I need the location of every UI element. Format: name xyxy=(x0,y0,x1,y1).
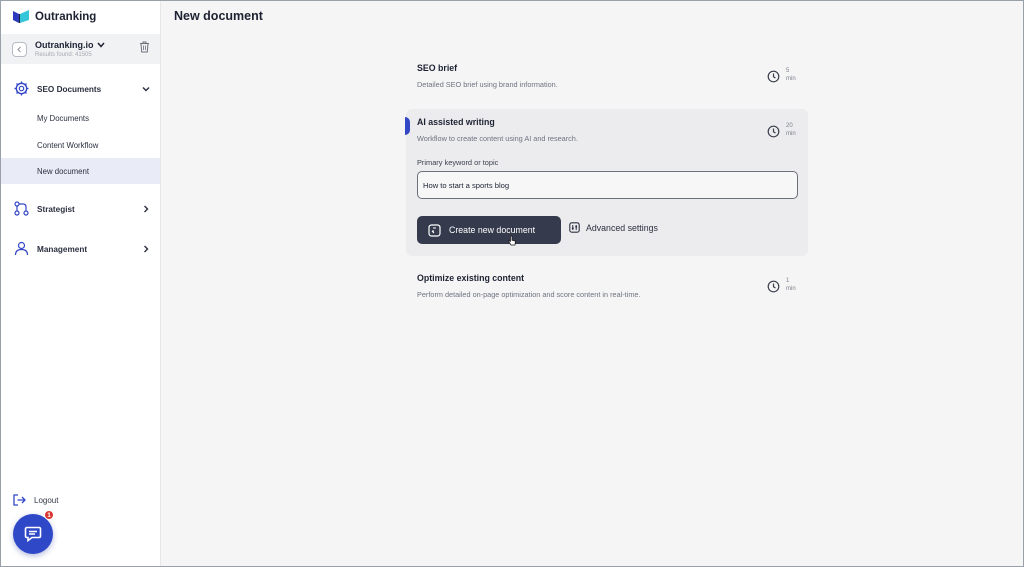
option-optimize-existing-content[interactable]: Optimize existing content Perform detail… xyxy=(406,268,808,310)
back-button[interactable] xyxy=(12,41,27,57)
duration-value: 20 xyxy=(786,123,793,129)
create-new-document-button[interactable]: Create new document xyxy=(417,216,561,244)
strategist-icon xyxy=(14,201,29,216)
outranking-logo-icon xyxy=(13,10,29,23)
nav-seo-documents[interactable]: SEO Documents xyxy=(1,79,160,99)
logout-button[interactable]: Logout xyxy=(13,494,58,506)
trash-icon[interactable] xyxy=(139,41,150,53)
sidebar-item-new-document[interactable]: New document xyxy=(1,158,160,184)
option-description: Detailed SEO brief using brand informati… xyxy=(417,80,558,89)
duration-value: 1 xyxy=(786,278,790,284)
advanced-settings-label: Advanced settings xyxy=(586,222,658,233)
sidebar-item-my-documents[interactable]: My Documents xyxy=(1,105,160,131)
workspace-selector[interactable]: Outranking.io Results found: 41505 xyxy=(1,34,160,64)
nav-management-label: Management xyxy=(37,244,88,254)
chat-icon xyxy=(24,526,42,542)
nav-strategist-label: Strategist xyxy=(37,204,75,214)
active-indicator xyxy=(405,117,410,135)
new-document-icon xyxy=(428,223,441,237)
create-button-label: Create new document xyxy=(449,225,536,235)
clock-icon xyxy=(767,280,780,293)
logout-icon xyxy=(13,494,26,506)
workspace-name: Outranking.io xyxy=(35,39,94,50)
logout-label: Logout xyxy=(34,495,59,505)
option-description: Workflow to create content using AI and … xyxy=(417,134,578,143)
duration-value: 5 xyxy=(786,68,790,74)
duration-unit: min xyxy=(786,130,796,137)
chevron-down-icon[interactable] xyxy=(96,42,105,48)
chevron-left-icon xyxy=(17,46,21,52)
duration-unit: min xyxy=(786,75,796,82)
clock-icon xyxy=(767,70,780,83)
nav-strategist[interactable]: Strategist xyxy=(1,199,160,219)
option-description: Perform detailed on-page optimization an… xyxy=(417,290,641,299)
option-title: SEO brief xyxy=(417,63,458,73)
option-seo-brief[interactable]: SEO brief Detailed SEO brief using brand… xyxy=(406,58,808,100)
seo-gear-icon xyxy=(14,81,29,96)
keyword-field-label: Primary keyword or topic xyxy=(417,158,499,167)
results-count: Results found: 41505 xyxy=(35,51,92,58)
notification-badge: 1 xyxy=(44,510,54,520)
app-logo[interactable]: Outranking xyxy=(13,9,96,25)
nav-management[interactable]: Management xyxy=(1,239,160,259)
chat-launcher-button[interactable] xyxy=(13,514,53,554)
clock-icon xyxy=(767,125,780,138)
option-title: Optimize existing content xyxy=(417,273,525,283)
nav-seo-documents-label: SEO Documents xyxy=(37,84,102,94)
sidebar-item-content-workflow[interactable]: Content Workflow xyxy=(1,132,160,158)
user-icon xyxy=(14,241,29,256)
advanced-settings-button[interactable]: Advanced settings xyxy=(569,222,658,233)
option-title: AI assisted writing xyxy=(417,117,495,127)
app-name: Outranking xyxy=(35,11,97,23)
chevron-down-icon xyxy=(142,87,150,92)
duration-unit: min xyxy=(786,285,796,292)
keyword-input[interactable] xyxy=(417,171,798,199)
chevron-right-icon xyxy=(144,205,149,213)
option-ai-assisted-writing[interactable]: AI assisted writing Workflow to create c… xyxy=(405,109,808,256)
page-title: New document xyxy=(174,9,263,23)
sidebar: Outranking Outranking.io Results found: … xyxy=(1,1,161,566)
chevron-right-icon xyxy=(144,245,149,253)
settings-sliders-icon xyxy=(569,222,580,233)
pointer-cursor-icon xyxy=(508,235,516,246)
